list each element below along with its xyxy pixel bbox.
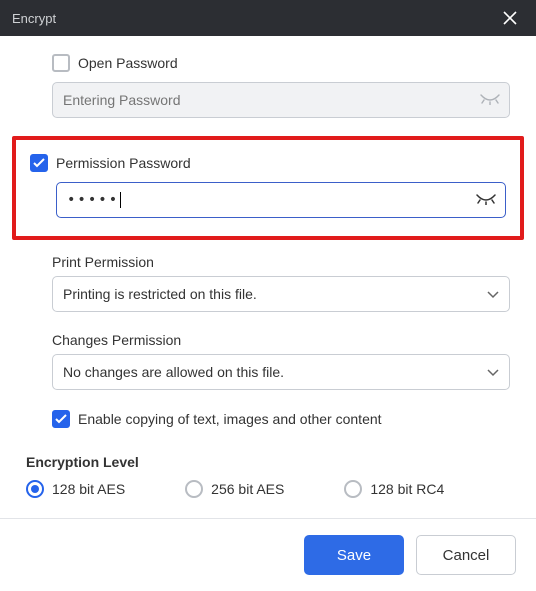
radio-label: 128 bit AES [52, 481, 125, 497]
open-password-input-wrap [52, 82, 510, 118]
open-password-label: Open Password [78, 55, 178, 71]
close-icon [503, 11, 517, 25]
eye-closed-icon[interactable] [480, 92, 500, 108]
dialog-footer: Save Cancel [0, 518, 536, 591]
print-permission-value: Printing is restricted on this file. [63, 286, 257, 302]
radio-button [26, 480, 44, 498]
radio-256-aes[interactable]: 256 bit AES [185, 480, 284, 498]
permission-password-row: Permission Password [30, 154, 506, 172]
permission-password-input-wrap: ••••• [56, 182, 506, 218]
permission-password-highlight: Permission Password ••••• [12, 136, 524, 240]
titlebar: Encrypt [0, 0, 536, 36]
open-password-checkbox[interactable] [52, 54, 70, 72]
close-button[interactable] [496, 4, 524, 32]
radio-label: 256 bit AES [211, 481, 284, 497]
radio-button [185, 480, 203, 498]
encryption-radio-group: 128 bit AES 256 bit AES 128 bit RC4 [26, 480, 510, 498]
print-permission-label: Print Permission [52, 254, 510, 270]
changes-permission-value: No changes are allowed on this file. [63, 364, 284, 380]
encryption-level-label: Encryption Level [26, 454, 510, 470]
permission-password-label: Permission Password [56, 155, 191, 171]
radio-128-aes[interactable]: 128 bit AES [26, 480, 125, 498]
dialog-content: Open Password Permission Password ••••• … [0, 36, 536, 498]
open-password-input[interactable] [52, 82, 510, 118]
open-password-row: Open Password [52, 54, 510, 72]
enable-copy-label: Enable copying of text, images and other… [78, 411, 382, 427]
radio-128-rc4[interactable]: 128 bit RC4 [344, 480, 444, 498]
text-cursor [120, 192, 121, 208]
dialog-title: Encrypt [12, 11, 496, 26]
changes-permission-label: Changes Permission [52, 332, 510, 348]
radio-label: 128 bit RC4 [370, 481, 444, 497]
eye-closed-icon[interactable] [476, 192, 496, 208]
enable-copy-row: Enable copying of text, images and other… [52, 410, 510, 428]
permission-password-checkbox[interactable] [30, 154, 48, 172]
permission-password-input[interactable]: ••••• [56, 182, 506, 218]
password-masked-value: ••••• [67, 192, 119, 208]
radio-button [344, 480, 362, 498]
enable-copy-checkbox[interactable] [52, 410, 70, 428]
cancel-button[interactable]: Cancel [416, 535, 516, 575]
print-permission-select[interactable]: Printing is restricted on this file. [52, 276, 510, 312]
changes-permission-select[interactable]: No changes are allowed on this file. [52, 354, 510, 390]
chevron-down-icon [487, 364, 499, 380]
chevron-down-icon [487, 286, 499, 302]
save-button[interactable]: Save [304, 535, 404, 575]
